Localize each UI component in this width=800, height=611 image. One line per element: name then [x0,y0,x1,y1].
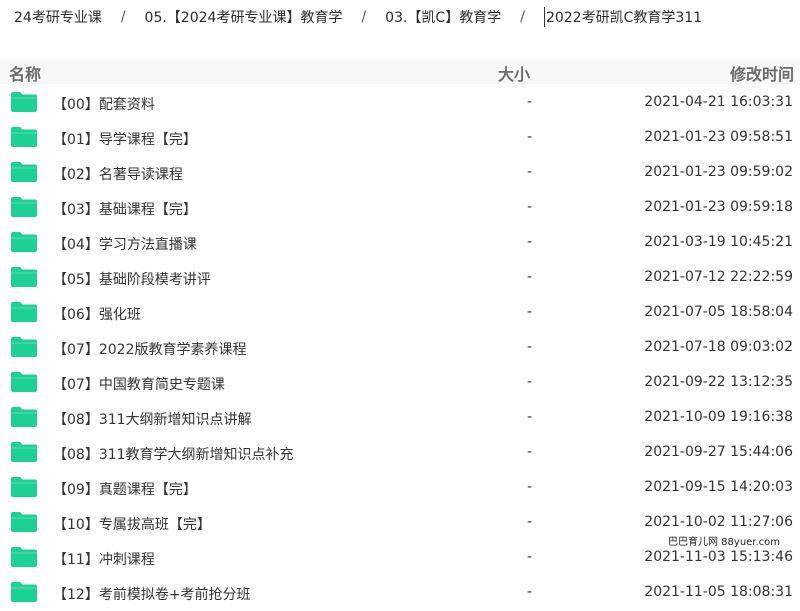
file-name[interactable]: 【12】考前模拟卷+考前抢分班 [53,584,251,604]
file-modified-time: 2021-10-02 11:27:06 [644,514,793,530]
file-row[interactable]: 【09】真题课程【完】 - 2021-09-15 14:20:03 [0,470,800,505]
column-header-modified[interactable]: 修改时间 [730,61,794,85]
file-modified-time: 2021-01-23 09:59:18 [644,199,793,215]
file-modified-time: 2021-11-03 15:13:46 [644,549,793,565]
folder-icon [11,232,37,252]
breadcrumb-current: 2022考研凯C教育学311 [543,7,702,27]
file-size: - [527,269,533,285]
folder-icon [11,267,37,287]
file-modified-time: 2021-03-19 10:45:21 [644,234,793,250]
file-modified-time: 2021-01-23 09:58:51 [644,129,793,145]
file-name[interactable]: 【06】强化班 [53,304,141,324]
file-row[interactable]: 【03】基础课程【完】 - 2021-01-23 09:59:18 [0,190,800,225]
folder-icon [11,302,37,322]
folder-icon [11,582,37,602]
folder-icon [11,92,37,112]
file-size: - [527,304,533,320]
file-name[interactable]: 【08】311教育学大纲新增知识点补充 [53,444,294,464]
file-size: - [527,409,533,425]
folder-icon [11,162,37,182]
file-row[interactable]: 【07】中国教育简史专题课 - 2021-09-22 13:12:35 [0,365,800,400]
file-list-header: 名称 大小 修改时间 [0,58,800,84]
breadcrumb-item-03-kaic[interactable]: 03.【凯C】教育学 [385,7,501,27]
file-row[interactable]: 【07】2022版教育学素养课程 - 2021-07-18 09:03:02 [0,330,800,365]
file-name[interactable]: 【11】冲刺课程 [53,549,155,569]
breadcrumb-separator: / [120,9,126,25]
folder-icon [11,372,37,392]
file-row[interactable]: 【12】考前模拟卷+考前抢分班 - 2021-11-05 18:08:31 [0,575,800,610]
file-name[interactable]: 【04】学习方法直播课 [53,234,197,254]
file-name[interactable]: 【01】导学课程【完】 [53,129,197,149]
file-name[interactable]: 【05】基础阶段模考讲评 [53,269,211,289]
file-modified-time: 2021-09-22 13:12:35 [644,374,793,390]
folder-icon [11,547,37,567]
file-row[interactable]: 【04】学习方法直播课 - 2021-03-19 10:45:21 [0,225,800,260]
file-size: - [527,584,533,600]
breadcrumb-item-24kaoyan[interactable]: 24考研专业课 [14,7,102,27]
file-name[interactable]: 【10】专属拔高班【完】 [53,514,211,534]
folder-icon [11,512,37,532]
file-row[interactable]: 【06】强化班 - 2021-07-05 18:58:04 [0,295,800,330]
file-name[interactable]: 【08】311大纲新增知识点讲解 [53,409,252,429]
file-size: - [527,129,533,145]
file-size: - [527,339,533,355]
file-list: 【00】配套资料 - 2021-04-21 16:03:31 【01】导学课程【完】 -… [0,85,800,610]
breadcrumb-separator: / [520,9,525,25]
file-size: - [527,444,533,460]
file-size: - [527,514,533,530]
file-size: - [527,164,533,180]
file-row[interactable]: 【08】311大纲新增知识点讲解 - 2021-10-09 19:16:38 [0,400,800,435]
file-name[interactable]: 【02】名著导读课程 [53,164,183,184]
file-modified-time: 2021-01-23 09:59:02 [644,164,793,180]
file-row[interactable]: 【00】配套资料 - 2021-04-21 16:03:31 [0,85,800,120]
file-name[interactable]: 【03】基础课程【完】 [53,199,197,219]
breadcrumb-separator: / [361,9,367,25]
file-modified-time: 2021-10-09 19:16:38 [644,409,793,425]
file-size: - [527,374,533,390]
file-modified-time: 2021-07-18 09:03:02 [644,339,793,355]
file-modified-time: 2021-11-05 18:08:31 [644,584,793,600]
file-row[interactable]: 【05】基础阶段模考讲评 - 2021-07-12 22:22:59 [0,260,800,295]
breadcrumb-item-05-jiaoyuxue[interactable]: 05.【2024考研专业课】教育学 [145,7,343,27]
file-size: - [527,94,533,110]
folder-icon [11,197,37,217]
file-name[interactable]: 【07】2022版教育学素养课程 [53,339,246,359]
folder-icon [11,337,37,357]
file-row[interactable]: 【08】311教育学大纲新增知识点补充 - 2021-09-27 15:44:06 [0,435,800,470]
folder-icon [11,127,37,147]
watermark: 巴巴育儿网 88yuer.com [668,537,781,548]
file-size: - [527,199,533,215]
folder-icon [11,442,37,462]
file-size: - [527,549,533,565]
folder-icon [11,407,37,427]
breadcrumb: 24考研专业课 / 05.【2024考研专业课】教育学 / 03.【凯C】教育学… [14,0,702,34]
file-name[interactable]: 【00】配套资料 [53,94,155,114]
file-modified-time: 2021-09-15 14:20:03 [644,479,793,495]
file-row[interactable]: 【02】名著导读课程 - 2021-01-23 09:59:02 [0,155,800,190]
file-name[interactable]: 【07】中国教育简史专题课 [53,374,225,394]
file-modified-time: 2021-04-21 16:03:31 [644,94,793,110]
file-size: - [527,479,533,495]
column-header-name[interactable]: 名称 [9,61,41,85]
file-modified-time: 2021-09-27 15:44:06 [644,444,793,460]
column-header-size[interactable]: 大小 [498,61,530,85]
file-modified-time: 2021-07-05 18:58:04 [644,304,793,320]
file-size: - [527,234,533,250]
folder-icon [11,477,37,497]
file-row[interactable]: 【01】导学课程【完】 - 2021-01-23 09:58:51 [0,120,800,155]
file-name[interactable]: 【09】真题课程【完】 [53,479,197,499]
file-modified-time: 2021-07-12 22:22:59 [644,269,793,285]
